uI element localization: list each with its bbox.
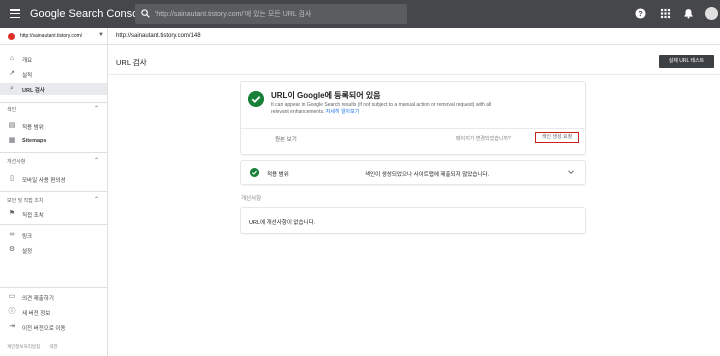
sidebar: http://sainautant.tistory.com/ ▼ ⌂ 개요 ↗ … <box>0 28 108 356</box>
divider <box>0 152 107 153</box>
sidebar-item-label: 이전 버전으로 이동 <box>22 326 66 332</box>
divider <box>241 128 585 129</box>
divider <box>0 287 107 288</box>
sidebar-item-label: 새 버전 정보 <box>22 311 51 317</box>
chevron-down-icon[interactable] <box>567 168 575 176</box>
chevron-up-icon[interactable]: ⌃ <box>94 105 99 112</box>
notifications-icon[interactable] <box>683 8 694 19</box>
enhancements-header: 개선사항 <box>241 196 262 202</box>
search-icon: ⌕ <box>10 85 14 92</box>
property-icon <box>8 33 15 40</box>
coverage-label: 적용 범위 <box>267 172 289 178</box>
sidebar-item-mobile-usability[interactable]: ▯ 모바일 사용 편의성 <box>0 173 107 185</box>
section-header-enhancements: 개선사항 <box>7 159 26 165</box>
status-title: URL이 Google에 등록되어 있음 <box>271 91 381 100</box>
link-icon: ∞ <box>9 231 15 238</box>
sidebar-item-label: 직접 조치 <box>22 213 44 219</box>
request-indexing-button[interactable]: 색인 생성 요청 <box>535 132 579 143</box>
svg-text:?: ? <box>638 9 643 18</box>
sidebar-item-label: 실적 <box>22 73 33 79</box>
sidebar-item-label: URL 검사 <box>22 88 45 94</box>
sidebar-item-manual-actions[interactable]: ⚑ 직접 조치 <box>0 208 107 220</box>
privacy-link[interactable]: 개인정보처리방침 <box>7 344 40 349</box>
page-title: URL 검사 <box>116 58 147 67</box>
sidebar-item-sitemaps[interactable]: ▦ Sitemaps <box>0 135 107 147</box>
help-icon[interactable]: ? <box>635 8 646 19</box>
exit-icon: ⇥ <box>9 323 15 330</box>
enhancements-text: URL에 개선사항이 없습니다. <box>249 220 316 226</box>
search-input[interactable]: 'http://sainautant.tistory.com/'에 있는 모든 … <box>135 4 407 24</box>
live-test-button[interactable]: 실제 URL 테스트 <box>659 55 714 68</box>
sidebar-item-label: 적용 범위 <box>22 125 44 131</box>
view-crawled-page-button[interactable]: 원본 보기 <box>275 135 297 143</box>
top-app-bar: Google Search Console 'http://sainautant… <box>0 0 720 28</box>
sidebar-item-label: 의견 제출하기 <box>22 296 54 302</box>
sidebar-item-feedback[interactable]: ▭ 의견 제출하기 <box>0 291 107 303</box>
settings-icon: ⚙ <box>8 246 16 253</box>
coverage-icon: ▤ <box>8 122 16 129</box>
sidebar-item-label: 개요 <box>22 58 33 64</box>
inspected-url: http://sainautant.tistory.com/148 <box>116 33 201 39</box>
terms-link[interactable]: 약관 <box>49 344 57 349</box>
page-changed-question: 페이지가 변경되었습니까? <box>456 136 511 142</box>
sidebar-item-links[interactable]: ∞ 링크 <box>0 229 107 241</box>
property-url: http://sainautant.tistory.com/ <box>20 33 83 39</box>
feedback-icon: ▭ <box>8 293 16 300</box>
menu-icon[interactable] <box>10 9 20 19</box>
section-header-security: 보안 및 직접 조치 <box>7 198 44 204</box>
property-selector[interactable]: http://sainautant.tistory.com/ ▼ <box>0 28 107 45</box>
status-description-text: It can appear in Google Search results (… <box>271 102 492 115</box>
section-header-index: 색인 <box>7 107 17 113</box>
inspected-url-bar: http://sainautant.tistory.com/148 <box>108 28 720 45</box>
status-description: It can appear in Google Search results (… <box>271 102 501 116</box>
learn-more-link[interactable]: 자세히 알아보기 <box>326 109 360 115</box>
sidebar-item-old-version[interactable]: ⇥ 이전 버전으로 이동 <box>0 321 107 333</box>
mobile-icon: ▯ <box>10 175 14 182</box>
app-logo[interactable]: Google Search Console <box>30 8 147 20</box>
chevron-up-icon[interactable]: ⌃ <box>94 196 99 203</box>
home-icon: ⌂ <box>9 55 15 62</box>
sidebar-item-label: 모바일 사용 편의성 <box>22 178 66 184</box>
sidebar-footer: 개인정보처리방침 약관 <box>7 344 66 350</box>
apps-icon[interactable] <box>660 8 671 19</box>
coverage-row[interactable]: 적용 범위 색인이 생성되었으나 사이트맵에 제출되지 않았습니다. <box>241 161 585 184</box>
sidebar-item-url-inspection[interactable]: ⌕ URL 검사 <box>0 83 107 95</box>
check-circle-icon <box>248 91 264 107</box>
sitemap-icon: ▦ <box>8 137 16 144</box>
sidebar-item-whats-new[interactable]: ⓘ 새 버전 정보 <box>0 306 107 318</box>
enhancements-card: URL에 개선사항이 없습니다. <box>241 208 585 233</box>
search-icon <box>141 9 150 18</box>
divider <box>0 224 107 225</box>
chevron-up-icon[interactable]: ⌃ <box>94 157 99 164</box>
check-circle-icon <box>250 168 259 177</box>
index-status-card: URL이 Google에 등록되어 있음 It can appear in Go… <box>241 82 585 154</box>
search-placeholder: 'http://sainautant.tistory.com/'에 있는 모든 … <box>155 11 312 18</box>
divider <box>0 191 107 192</box>
sidebar-item-label: 설정 <box>22 249 33 255</box>
sidebar-item-performance[interactable]: ↗ 실적 <box>0 68 107 80</box>
account-avatar[interactable] <box>705 7 718 20</box>
sidebar-item-overview[interactable]: ⌂ 개요 <box>0 53 107 65</box>
trending-icon: ↗ <box>9 70 15 77</box>
flag-icon: ⚑ <box>8 210 16 217</box>
sidebar-item-coverage[interactable]: ▤ 적용 범위 <box>0 120 107 132</box>
chevron-down-icon: ▼ <box>98 32 104 38</box>
sidebar-item-settings[interactable]: ⚙ 설정 <box>0 244 107 256</box>
divider <box>0 102 107 103</box>
sidebar-item-label: Sitemaps <box>22 138 47 144</box>
sidebar-item-label: 링크 <box>22 234 33 240</box>
info-icon: ⓘ <box>8 308 16 315</box>
coverage-status: 색인이 생성되었으나 사이트맵에 제출되지 않았습니다. <box>365 172 490 178</box>
divider <box>108 74 720 75</box>
